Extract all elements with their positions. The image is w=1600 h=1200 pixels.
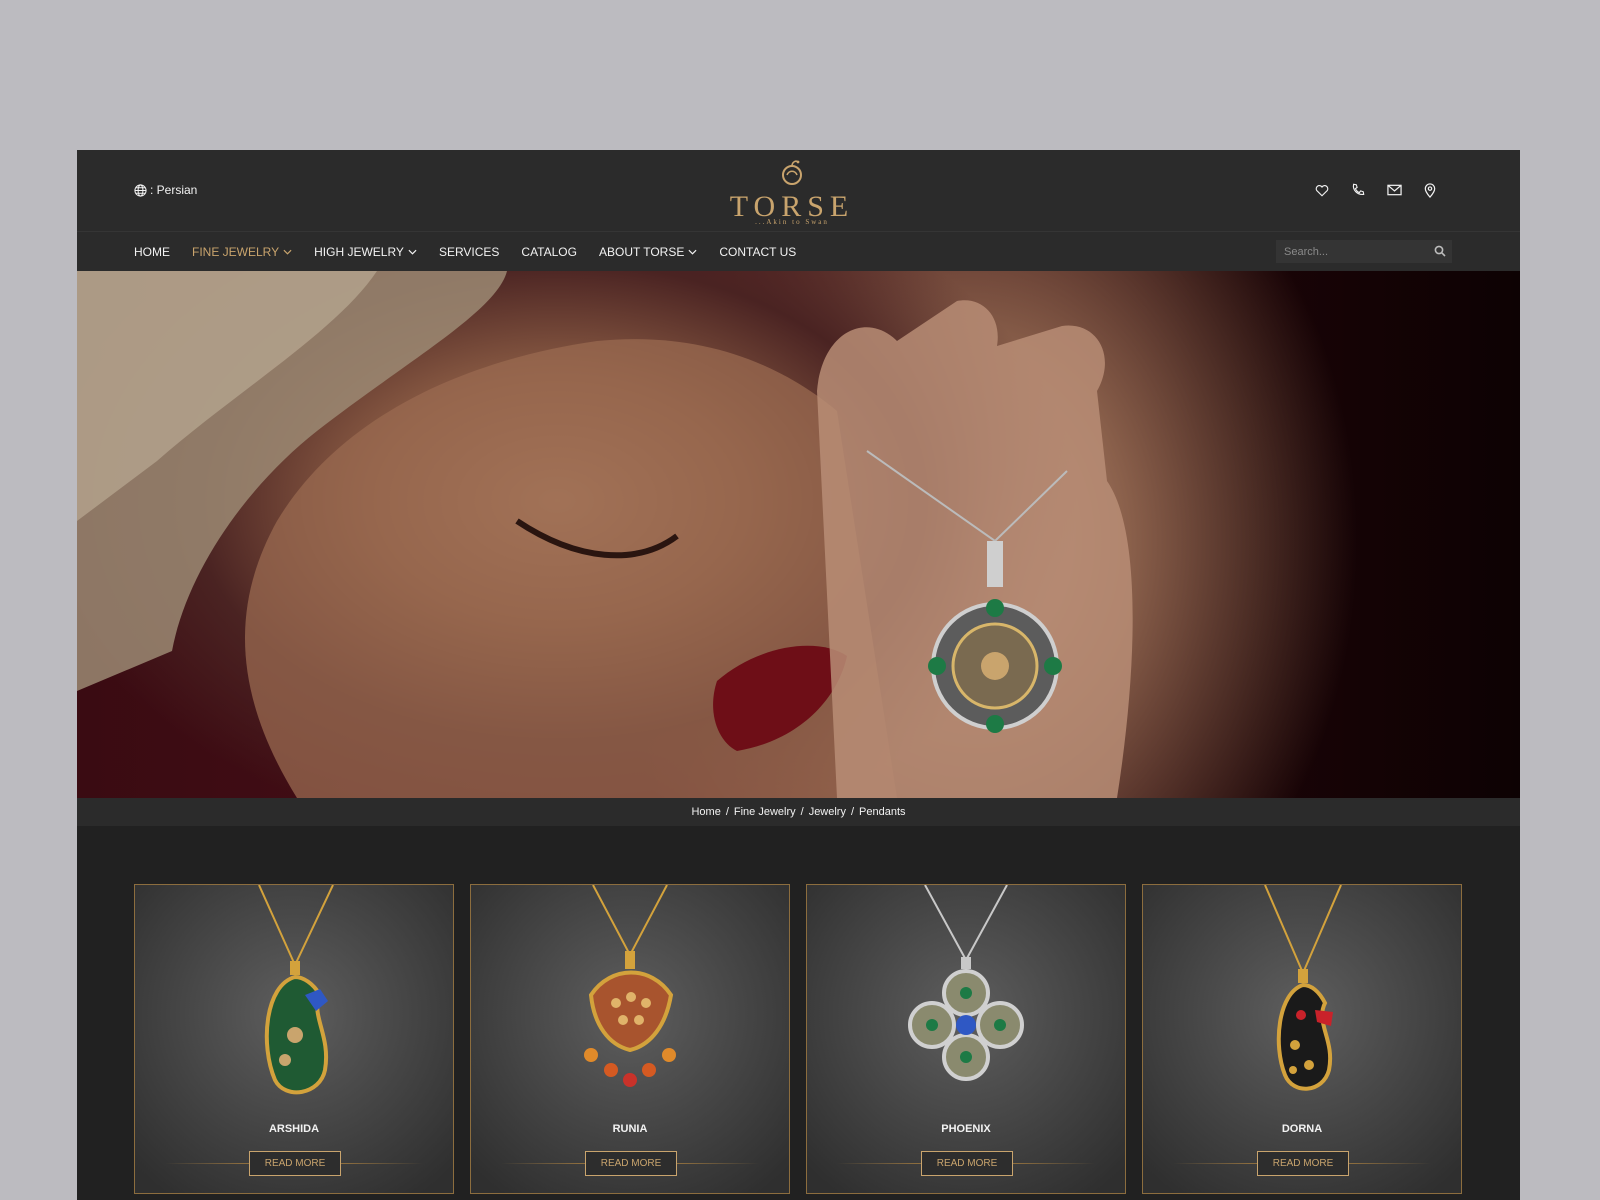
logo-tagline: ...Akin to Swan (755, 218, 829, 226)
breadcrumb-fine-jewelry[interactable]: Fine Jewelry (734, 806, 796, 818)
product-image[interactable] (1143, 885, 1461, 1105)
nav-label: FINE JEWELRY (192, 244, 280, 259)
product-image[interactable] (135, 885, 453, 1105)
product-grid: ARSHIDA READ MORE RUNIA READ MORE PHOENI… (134, 884, 1462, 1194)
main-menu: HOME FINE JEWELRY HIGH JEWELRY SERVICES … (134, 232, 818, 271)
search-box (1276, 240, 1452, 263)
nav-label: SERVICES (438, 244, 500, 259)
read-more-button[interactable]: READ MORE (249, 1151, 341, 1176)
breadcrumb-separator: / (850, 806, 855, 818)
globe-icon (134, 183, 147, 197)
product-name: PHOENIX (941, 1123, 991, 1135)
read-more-button[interactable]: READ MORE (1257, 1151, 1349, 1176)
product-name: RUNIA (612, 1123, 648, 1135)
breadcrumb-jewelry[interactable]: Jewelry (809, 806, 846, 818)
chevron-down-icon (408, 249, 417, 255)
nav-item-high-jewelry[interactable]: HIGH JEWELRY (314, 245, 417, 259)
breadcrumb-current: Pendants (859, 806, 906, 818)
nav-item-fine-jewelry[interactable]: FINE JEWELRY (192, 245, 292, 259)
header-icon-group (1314, 182, 1438, 198)
product-name: DORNA (1281, 1123, 1323, 1135)
location-pin-icon[interactable] (1422, 182, 1438, 198)
breadcrumb-home[interactable]: Home (691, 806, 720, 818)
heart-icon[interactable] (1314, 182, 1330, 198)
chevron-down-icon (283, 249, 292, 255)
product-card-dorna[interactable]: DORNA READ MORE (1142, 884, 1462, 1194)
nav-item-contact-us[interactable]: CONTACT US (719, 245, 796, 259)
nav-label: HIGH JEWELRY (314, 244, 404, 259)
nav-item-services[interactable]: SERVICES (439, 245, 499, 259)
language-switcher[interactable]: : Persian (134, 183, 197, 197)
mail-icon[interactable] (1386, 182, 1402, 198)
product-name: ARSHIDA (268, 1123, 320, 1135)
nav-label: ABOUT TORSE (598, 244, 685, 259)
hero-banner-image (77, 271, 1520, 798)
website-frame: : Persian TORSE ...Akin to Swan HOME FIN… (77, 150, 1520, 1200)
product-card-phoenix[interactable]: PHOENIX READ MORE (806, 884, 1126, 1194)
top-header: : Persian TORSE ...Akin to Swan (77, 150, 1520, 232)
phone-icon[interactable] (1350, 182, 1366, 198)
main-navigation-bar: HOME FINE JEWELRY HIGH JEWELRY SERVICES … (77, 232, 1520, 271)
chevron-down-icon (688, 249, 697, 255)
swan-emblem-icon (782, 160, 802, 185)
breadcrumb-separator: / (800, 806, 804, 818)
nav-item-catalog[interactable]: CATALOG (521, 245, 577, 259)
read-more-button[interactable]: READ MORE (585, 1151, 677, 1176)
nav-item-about-torse[interactable]: ABOUT TORSE (599, 245, 697, 259)
nav-label: HOME (134, 244, 170, 259)
product-image[interactable] (471, 885, 789, 1105)
language-label: : Persian (150, 183, 198, 197)
nav-label: CATALOG (521, 244, 577, 259)
nav-item-home[interactable]: HOME (134, 245, 170, 259)
search-input[interactable] (1276, 245, 1426, 258)
product-card-runia[interactable]: RUNIA READ MORE (470, 884, 790, 1194)
breadcrumb-separator: / (725, 806, 729, 818)
read-more-button[interactable]: READ MORE (921, 1151, 1013, 1176)
nav-label: CONTACT US (719, 244, 797, 259)
product-card-arshida[interactable]: ARSHIDA READ MORE (134, 884, 454, 1194)
breadcrumb: Home / Fine Jewelry / Jewelry / Pendants (77, 798, 1520, 826)
torse-logo[interactable]: TORSE ...Akin to Swan (727, 156, 857, 228)
product-image[interactable] (807, 885, 1125, 1105)
search-icon[interactable] (1434, 245, 1446, 257)
